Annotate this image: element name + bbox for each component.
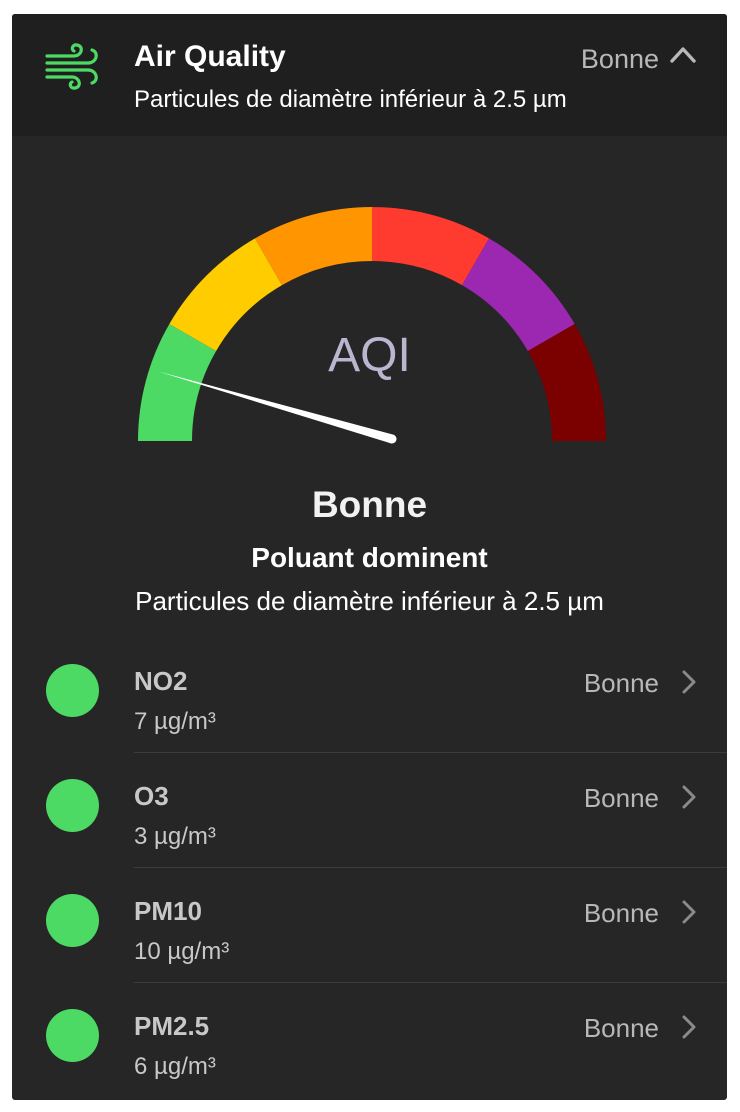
- aqi-category: Bonne: [311, 484, 428, 525]
- air-quality-card: Air Quality Particules de diamètre infér…: [12, 14, 727, 1100]
- pollutant-status: Bonne: [583, 668, 659, 698]
- pollutant-row-o3[interactable]: O3 3 µg/m³ Bonne: [12, 753, 727, 868]
- chevron-right-icon: [682, 785, 696, 809]
- status-dot: [46, 1009, 99, 1062]
- dominant-pollutant-value: Particules de diamètre inférieur à 2.5 µ…: [135, 586, 604, 616]
- status-dot: [46, 664, 99, 717]
- pollutant-name: O3: [134, 781, 169, 811]
- pollutant-value: 10 µg/m³: [134, 938, 230, 965]
- pollutant-value: 3 µg/m³: [134, 823, 216, 850]
- pollutant-row-pm10[interactable]: PM10 10 µg/m³ Bonne: [12, 868, 727, 983]
- pollutant-value: 7 µg/m³: [134, 708, 216, 735]
- pollutant-name: PM10: [134, 896, 202, 926]
- chevron-up-icon[interactable]: [669, 44, 697, 66]
- chevron-right-icon: [682, 1015, 696, 1039]
- pollutant-row-pm25[interactable]: PM2.5 6 µg/m³ Bonne: [12, 983, 727, 1098]
- pollutant-row-no2[interactable]: NO2 7 µg/m³ Bonne: [12, 638, 727, 753]
- status-dot: [46, 779, 99, 832]
- pollutant-status: Bonne: [583, 898, 659, 928]
- air-quality-header[interactable]: Air Quality Particules de diamètre infér…: [12, 14, 727, 136]
- header-title: Air Quality: [134, 40, 286, 73]
- status-dot: [46, 894, 99, 947]
- wind-icon: [45, 43, 98, 90]
- header-subtitle: Particules de diamètre inférieur à 2.5 µ…: [134, 86, 567, 113]
- pollutant-status: Bonne: [583, 783, 659, 813]
- pollutant-status: Bonne: [583, 1013, 659, 1043]
- pollutant-name: NO2: [134, 666, 188, 696]
- pollutant-name: PM2.5: [134, 1011, 210, 1041]
- pollutant-value: 6 µg/m³: [134, 1053, 216, 1080]
- chevron-right-icon: [682, 670, 696, 694]
- chevron-right-icon: [682, 900, 696, 924]
- header-status: Bonne: [580, 44, 659, 74]
- dominant-pollutant-label: Poluant dominent: [251, 542, 488, 573]
- gauge-label: AQI: [328, 329, 411, 382]
- pollutant-list: NO2 7 µg/m³ Bonne O3 3 µg/m³ Bonne PM10 …: [12, 638, 727, 1098]
